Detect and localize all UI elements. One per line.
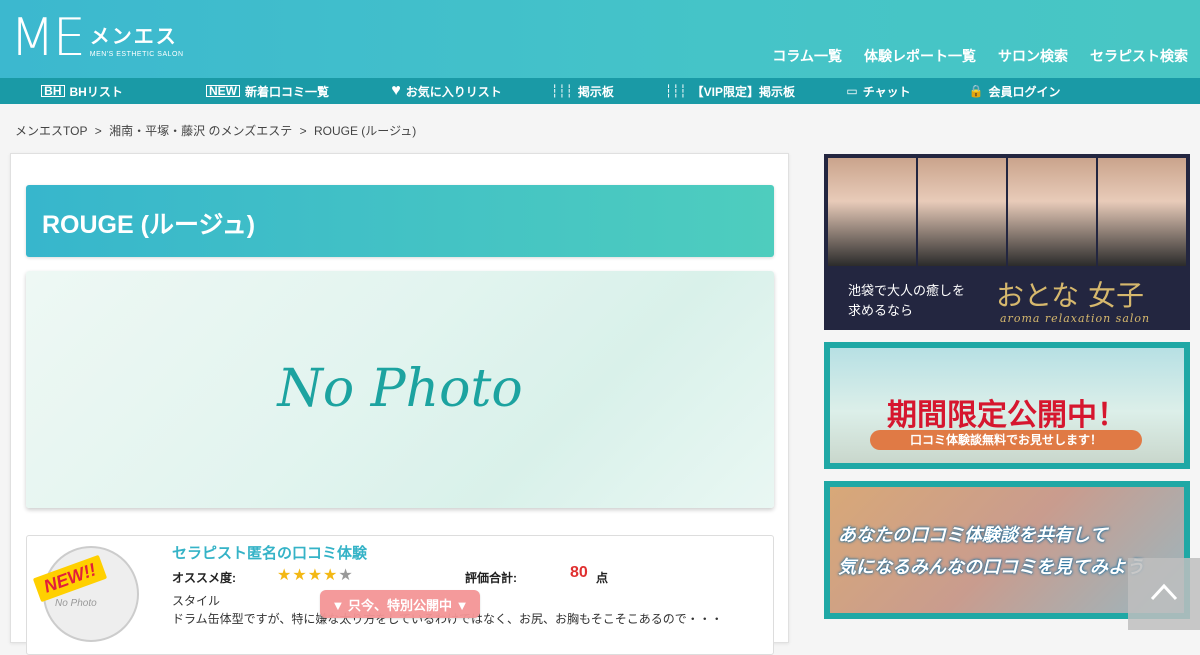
banner-otona-joshi[interactable]: 池袋で大人の癒しを 求めるなら おとな 女子 aroma relaxation … — [824, 154, 1190, 330]
chat-icon: ▭ — [846, 84, 858, 98]
subnav-label: 【VIP限定】掲示板 — [691, 84, 796, 99]
subnav-board[interactable]: ┆┆┆ 掲示板 — [523, 78, 643, 104]
subnav-label: お気に入りリスト — [405, 84, 502, 99]
recommend-label: オススメ度: — [172, 571, 236, 585]
star-empty-icon: ★ — [338, 567, 354, 584]
sub-nav: BH BHリスト NEW 新着口コミ一覧 ♥ お気に入りリスト ┆┆┆ 掲示板 … — [0, 78, 1200, 104]
scroll-to-top-button[interactable] — [1128, 558, 1200, 630]
bh-icon: BH — [41, 85, 65, 97]
total-score-unit: 点 — [596, 571, 609, 585]
subnav-label: 新着口コミ一覧 — [244, 84, 329, 99]
star-icon: ★ — [277, 567, 293, 584]
logo-subtitle: MEN'S ESTHETIC SALON — [89, 51, 184, 58]
salon-title-bar: ROUGE (ルージュ) — [26, 185, 774, 257]
total-score-value: 80 — [570, 564, 588, 581]
subnav-label: チャット — [862, 84, 911, 99]
banner-brand-sub: aroma relaxation salon — [1000, 312, 1151, 325]
special-release-popup[interactable]: ▼ 只今、特別公開中 ▼ — [320, 590, 480, 618]
subnav-bh-list[interactable]: BH BHリスト — [0, 78, 165, 104]
banner-caption-line2: 求めるなら — [848, 304, 914, 319]
breadcrumb-current: ROUGE (ルージュ) — [313, 124, 417, 138]
logo-kana: メンエス — [89, 26, 178, 48]
subnav-favorites[interactable]: ♥ お気に入りリスト — [371, 78, 523, 104]
banner-pill: 口コミ体験談無料でお見せします！ — [870, 430, 1142, 450]
top-nav: コラム一覧 体験レポート一覧 サロン検索 セラピスト検索 — [772, 46, 1188, 66]
style-label: スタイル — [172, 594, 221, 608]
breadcrumb: メンエスTOP > 湘南・平塚・藤沢 のメンズエステ > ROUGE (ルージュ… — [15, 122, 420, 139]
banner-caption-line1: 池袋で大人の癒しを — [848, 284, 966, 299]
nav-therapist-search[interactable]: セラピスト検索 — [1090, 46, 1188, 66]
heart-icon: ♥ — [391, 82, 401, 99]
star-icon: ★ — [292, 567, 308, 584]
nav-column-list[interactable]: コラム一覧 — [772, 46, 842, 66]
banner-photos — [828, 158, 1186, 266]
breadcrumb-separator: > — [299, 124, 307, 138]
review-title[interactable]: セラピスト匿名の口コミ体験 — [172, 542, 367, 563]
main-content: ROUGE (ルージュ) No Photo No Photo NEW!! セラピ… — [10, 153, 789, 655]
total-score-label: 評価合計: — [465, 571, 517, 585]
board-icon: ┆┆┆ — [551, 84, 573, 98]
chevron-up-icon — [1150, 583, 1178, 601]
banner-line2: 気になるみんなの口コミを見てみよう — [838, 557, 1144, 577]
new-icon: NEW — [205, 85, 240, 97]
page-title: ROUGE (ルージュ) — [42, 211, 256, 239]
lock-icon: 🔒 — [968, 84, 984, 98]
logo-mark: ME — [10, 8, 86, 68]
banner-headline: 期間限定公開中！ — [887, 398, 1127, 433]
no-photo-placeholder: No Photo — [277, 359, 523, 419]
star-icon: ★ — [307, 567, 324, 584]
site-header: ME メンエス MEN'S ESTHETIC SALON コラム一覧 体験レポー… — [0, 0, 1200, 78]
star-icon: ★ — [323, 567, 339, 584]
rating-stars: ★★★★★ — [277, 565, 354, 585]
avatar-placeholder: No Photo — [55, 598, 97, 609]
breadcrumb-top[interactable]: メンエスTOP — [15, 124, 87, 138]
banner-limited-release[interactable]: 期間限定公開中！ 口コミ体験談無料でお見せします！ — [824, 342, 1190, 469]
nav-experience-report-list[interactable]: 体験レポート一覧 — [864, 46, 976, 66]
banner-line1: あなたの口コミ体験談を共有して — [838, 525, 1108, 545]
banner-brand: おとな 女子 — [996, 279, 1145, 312]
breadcrumb-area[interactable]: 湘南・平塚・藤沢 のメンズエステ — [109, 124, 292, 138]
subnav-label: 掲示板 — [577, 84, 614, 99]
subnav-label: BHリスト — [69, 84, 123, 99]
subnav-label: 会員ログイン — [988, 84, 1061, 99]
subnav-vip-board[interactable]: ┆┆┆ 【VIP限定】掲示板 — [643, 78, 818, 104]
breadcrumb-separator: > — [94, 124, 102, 138]
nav-salon-search[interactable]: サロン検索 — [998, 46, 1068, 66]
board-icon: ┆┆┆ — [664, 84, 687, 98]
site-logo[interactable]: ME メンエス MEN'S ESTHETIC SALON — [10, 12, 184, 64]
subnav-member-login[interactable]: 🔒 会員ログイン — [940, 78, 1090, 104]
salon-photo: No Photo — [26, 271, 774, 508]
subnav-new-reviews[interactable]: NEW 新着口コミ一覧 — [165, 78, 371, 104]
subnav-chat[interactable]: ▭ チャット — [818, 78, 940, 104]
